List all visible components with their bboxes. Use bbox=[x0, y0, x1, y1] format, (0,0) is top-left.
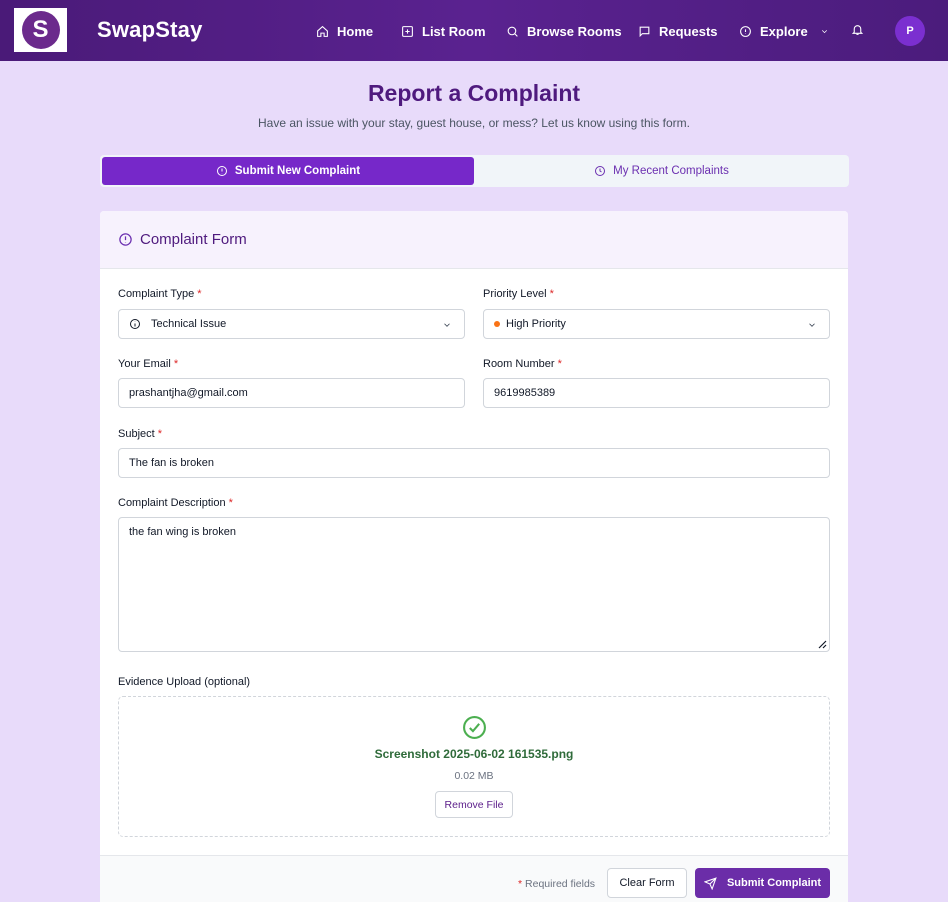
nav-list-room-label: List Room bbox=[422, 23, 486, 39]
clock-icon bbox=[595, 166, 606, 176]
priority-label-text: Priority Level bbox=[483, 288, 547, 300]
home-icon bbox=[317, 25, 328, 37]
nav-explore-label: Explore bbox=[760, 23, 808, 39]
tab-submit-new-complaint[interactable]: Submit New Complaint bbox=[102, 157, 474, 185]
description-label: Complaint Description * bbox=[118, 497, 233, 509]
nav-home[interactable]: Home bbox=[316, 21, 373, 41]
priority-text: High Priority bbox=[506, 318, 566, 330]
submit-label: Submit Complaint bbox=[726, 877, 822, 889]
email-field[interactable]: prashantjha@gmail.com bbox=[118, 378, 465, 408]
alert-circle-icon bbox=[216, 166, 227, 176]
uploaded-filename: Screenshot 2025-06-02 161535.png bbox=[374, 747, 574, 761]
nav-requests[interactable]: Requests bbox=[638, 21, 718, 41]
complaint-type-value: Technical Issue bbox=[129, 318, 226, 330]
message-icon bbox=[639, 26, 650, 37]
room-number-label: Room Number * bbox=[483, 358, 562, 370]
page-subtitle: Have an issue with your stay, guest hous… bbox=[258, 116, 690, 130]
nav-explore[interactable]: Explore bbox=[739, 21, 829, 41]
nav-list-room[interactable]: List Room bbox=[401, 21, 486, 41]
required-marker: * bbox=[518, 878, 523, 890]
required-marker: * bbox=[197, 288, 202, 300]
tab-submit-label: Submit New Complaint bbox=[234, 165, 361, 177]
nav-browse-rooms[interactable]: Browse Rooms bbox=[506, 21, 622, 41]
avatar[interactable]: P bbox=[895, 16, 925, 46]
check-circle-icon bbox=[463, 716, 486, 739]
info-icon bbox=[740, 25, 751, 37]
info-icon bbox=[130, 319, 140, 329]
required-marker: * bbox=[228, 497, 233, 509]
bell-icon[interactable] bbox=[851, 23, 864, 36]
chevron-down-icon bbox=[444, 323, 450, 327]
subject-label-text: Subject bbox=[118, 428, 155, 440]
required-note: * Required fields bbox=[518, 878, 595, 890]
required-marker: * bbox=[157, 428, 163, 440]
top-navbar: S SwapStay Home List Room Browse Rooms R… bbox=[0, 0, 948, 61]
priority-label: Priority Level * bbox=[483, 288, 554, 300]
upload-dropzone[interactable]: Screenshot 2025-06-02 161535.png 0.02 MB… bbox=[118, 696, 830, 837]
description-textarea[interactable]: the fan wing is broken bbox=[118, 517, 830, 652]
subject-field[interactable]: The fan is broken bbox=[118, 448, 830, 478]
nav-requests-label: Requests bbox=[659, 23, 718, 39]
plus-square-icon bbox=[402, 25, 413, 37]
nav-browse-rooms-label: Browse Rooms bbox=[527, 23, 622, 39]
page-title: Report a Complaint bbox=[367, 80, 581, 106]
priority-select[interactable]: High Priority bbox=[483, 309, 830, 339]
send-icon bbox=[703, 876, 717, 890]
evidence-upload-label: Evidence Upload (optional) bbox=[118, 676, 251, 688]
room-number-field[interactable]: 9619985389 bbox=[483, 378, 830, 408]
complaint-type-label: Complaint Type * bbox=[118, 288, 202, 300]
brand-name[interactable]: SwapStay bbox=[97, 17, 203, 43]
clear-form-button[interactable]: Clear Form bbox=[607, 868, 687, 898]
logo-mark: S bbox=[21, 11, 60, 49]
priority-dot bbox=[494, 321, 500, 327]
complaint-type-select[interactable]: Technical Issue bbox=[118, 309, 465, 339]
search-icon bbox=[507, 26, 518, 37]
email-label: Your Email * bbox=[118, 358, 178, 370]
logo[interactable]: S bbox=[14, 8, 67, 52]
description-text: the fan wing is broken bbox=[129, 526, 237, 538]
complaint-form-card: Complaint Form Complaint Type * Technica… bbox=[100, 211, 848, 902]
chevron-down-icon bbox=[809, 323, 815, 327]
tab-my-recent-complaints[interactable]: My Recent Complaints bbox=[476, 157, 847, 185]
required-marker: * bbox=[173, 358, 179, 370]
remove-file-button[interactable]: Remove File bbox=[435, 791, 513, 818]
uploaded-filesize: 0.02 MB bbox=[454, 770, 494, 782]
card-title-text: Complaint Form bbox=[140, 231, 247, 248]
complaint-type-text: Technical Issue bbox=[151, 318, 227, 330]
chevron-down-icon bbox=[821, 29, 827, 33]
required-marker: * bbox=[549, 288, 554, 300]
room-number-label-text: Room Number bbox=[483, 358, 555, 370]
submit-complaint-button[interactable]: Submit Complaint bbox=[695, 868, 830, 898]
email-label-text: Your Email bbox=[118, 358, 171, 370]
required-marker: * bbox=[557, 358, 562, 370]
card-header: Complaint Form bbox=[100, 211, 848, 269]
form-footer: * Required fields Clear Form Submit Comp… bbox=[100, 855, 848, 902]
alert-circle-icon bbox=[119, 233, 132, 246]
resize-handle-icon[interactable] bbox=[817, 639, 827, 649]
tab-recent-label: My Recent Complaints bbox=[613, 165, 729, 177]
complaint-type-label-text: Complaint Type bbox=[118, 288, 195, 300]
card-title: Complaint Form bbox=[118, 231, 247, 248]
required-note-text: Required fields bbox=[525, 878, 596, 890]
tab-bar: Submit New Complaint My Recent Complaint… bbox=[100, 155, 849, 187]
nav-home-label: Home bbox=[337, 23, 374, 39]
description-label-text: Complaint Description bbox=[118, 497, 226, 509]
subject-label: Subject * bbox=[118, 428, 162, 440]
